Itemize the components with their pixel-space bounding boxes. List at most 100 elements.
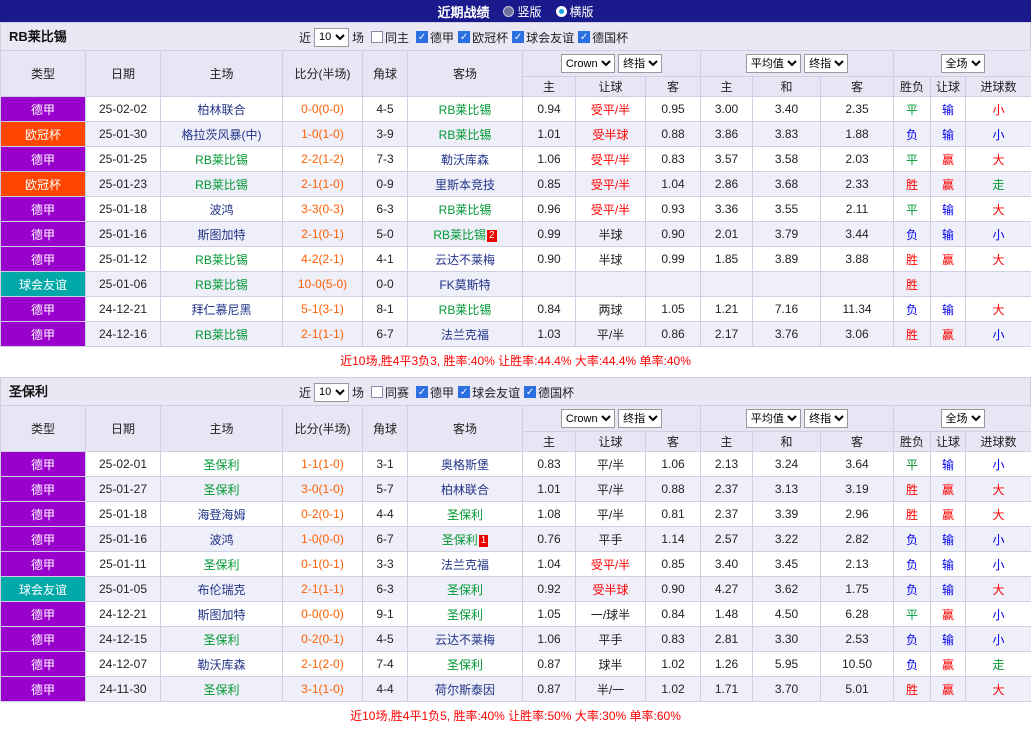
- radio-selected-icon[interactable]: [555, 5, 567, 17]
- home-team[interactable]: RB莱比锡: [195, 278, 248, 292]
- scope-select[interactable]: 全场: [940, 54, 985, 73]
- euro-odds-select[interactable]: 平均值: [745, 54, 801, 73]
- asian-mode-select[interactable]: 终指: [618, 54, 663, 73]
- bookmaker-select[interactable]: Crown: [560, 54, 615, 73]
- league-filter[interactable]: 球会友谊: [458, 384, 520, 401]
- away-team[interactable]: 法兰克福: [441, 558, 489, 572]
- asian-mode-select[interactable]: 终指: [618, 409, 663, 428]
- match-score[interactable]: 1-1(1-0): [282, 451, 363, 477]
- home-team[interactable]: 斯图加特: [197, 608, 245, 622]
- match-count-select[interactable]: 10: [314, 382, 350, 402]
- away-team[interactable]: 圣保利: [442, 533, 478, 547]
- match-score[interactable]: 1-0(1-0): [282, 121, 363, 147]
- checkbox-icon[interactable]: [416, 31, 429, 43]
- match-score[interactable]: 4-2(2-1): [282, 246, 363, 272]
- home-team[interactable]: 圣保利: [203, 458, 239, 472]
- away-team[interactable]: 云达不莱梅: [435, 633, 495, 647]
- bookmaker-select[interactable]: Crown: [560, 409, 615, 428]
- league-badge: 德甲: [0, 451, 86, 477]
- checkbox-icon[interactable]: [458, 31, 471, 43]
- match-score[interactable]: 1-0(0-0): [282, 526, 363, 552]
- league-filter[interactable]: 球会友谊: [512, 29, 574, 46]
- euro-odds-select[interactable]: 平均值: [745, 409, 801, 428]
- home-team[interactable]: 斯图加特: [197, 228, 245, 242]
- home-team[interactable]: 圣保利: [203, 558, 239, 572]
- layout-horizontal-option[interactable]: 横版: [555, 3, 594, 20]
- home-team[interactable]: RB莱比锡: [195, 253, 248, 267]
- match-score[interactable]: 0-0(0-0): [282, 601, 363, 627]
- euro-home-odds: 2.17: [700, 321, 753, 347]
- home-team[interactable]: 格拉茨风暴(中): [182, 128, 262, 142]
- home-team[interactable]: RB莱比锡: [195, 153, 248, 167]
- away-team[interactable]: 圣保利: [447, 608, 483, 622]
- checkbox-icon[interactable]: [512, 31, 525, 43]
- away-team[interactable]: 勒沃库森: [441, 153, 489, 167]
- away-team[interactable]: 法兰克福: [441, 328, 489, 342]
- match-score[interactable]: 2-1(1-1): [282, 576, 363, 602]
- home-team[interactable]: 圣保利: [203, 633, 239, 647]
- layout-vertical-option[interactable]: 竖版: [503, 3, 542, 20]
- checkbox-icon[interactable]: [371, 386, 384, 398]
- league-filter[interactable]: 德甲: [416, 29, 454, 46]
- away-team[interactable]: FK莫斯特: [439, 278, 490, 292]
- home-team[interactable]: 波鸿: [209, 203, 233, 217]
- euro-mode-select[interactable]: 终指: [804, 54, 849, 73]
- away-team-cell: 圣保利: [407, 576, 523, 602]
- match-score[interactable]: 2-1(0-1): [282, 221, 363, 247]
- home-team[interactable]: 柏林联合: [197, 103, 245, 117]
- checkbox-icon[interactable]: [524, 386, 537, 398]
- col-header-euro-draw: 和: [752, 431, 821, 452]
- checkbox-icon[interactable]: [416, 386, 429, 398]
- checkbox-icon[interactable]: [578, 31, 591, 43]
- home-team[interactable]: 布伦瑞克: [197, 583, 245, 597]
- home-team[interactable]: 波鸿: [209, 533, 233, 547]
- league-filter[interactable]: 欧冠杯: [458, 29, 508, 46]
- league-filter[interactable]: 德国杯: [524, 384, 574, 401]
- home-team[interactable]: 勒沃库森: [197, 658, 245, 672]
- home-team[interactable]: RB莱比锡: [195, 328, 248, 342]
- away-team[interactable]: 圣保利: [447, 658, 483, 672]
- league-badge: 德甲: [0, 146, 86, 172]
- away-team[interactable]: RB莱比锡: [439, 103, 492, 117]
- match-score[interactable]: 0-0(0-0): [282, 96, 363, 122]
- away-team[interactable]: 奥格斯堡: [441, 458, 489, 472]
- league-filter[interactable]: 德甲: [416, 384, 454, 401]
- home-team[interactable]: 拜仁慕尼黑: [191, 303, 251, 317]
- same-venue-filter[interactable]: 同赛: [371, 384, 409, 401]
- match-score[interactable]: 2-2(1-2): [282, 146, 363, 172]
- home-team[interactable]: 圣保利: [203, 483, 239, 497]
- same-venue-filter[interactable]: 同主: [371, 29, 409, 46]
- match-score[interactable]: 3-1(1-0): [282, 676, 363, 702]
- scope-select[interactable]: 全场: [940, 409, 985, 428]
- checkbox-icon[interactable]: [371, 31, 384, 43]
- match-score[interactable]: 3-3(0-3): [282, 196, 363, 222]
- match-count-select[interactable]: 10: [314, 27, 350, 47]
- away-team[interactable]: 圣保利: [447, 583, 483, 597]
- radio-unselected-icon[interactable]: [503, 5, 515, 17]
- match-score[interactable]: 3-0(1-0): [282, 476, 363, 502]
- match-score[interactable]: 0-2(0-1): [282, 626, 363, 652]
- away-team[interactable]: 圣保利: [447, 508, 483, 522]
- away-team[interactable]: 柏林联合: [441, 483, 489, 497]
- match-result: 胜: [893, 271, 932, 297]
- match-score[interactable]: 0-1(0-1): [282, 551, 363, 577]
- away-team[interactable]: RB莱比锡: [433, 228, 486, 242]
- away-team[interactable]: RB莱比锡: [439, 303, 492, 317]
- match-score[interactable]: 2-1(2-0): [282, 651, 363, 677]
- home-team[interactable]: RB莱比锡: [195, 178, 248, 192]
- away-team[interactable]: RB莱比锡: [439, 203, 492, 217]
- home-team[interactable]: 圣保利: [203, 683, 239, 697]
- match-score[interactable]: 2-1(1-0): [282, 171, 363, 197]
- match-score[interactable]: 0-2(0-1): [282, 501, 363, 527]
- league-filter[interactable]: 德国杯: [578, 29, 628, 46]
- away-team[interactable]: RB莱比锡: [439, 128, 492, 142]
- checkbox-icon[interactable]: [458, 386, 471, 398]
- away-team[interactable]: 里斯本竞技: [435, 178, 495, 192]
- home-team[interactable]: 海登海姆: [197, 508, 245, 522]
- match-score[interactable]: 10-0(5-0): [282, 271, 363, 297]
- euro-mode-select[interactable]: 终指: [804, 409, 849, 428]
- match-score[interactable]: 2-1(1-1): [282, 321, 363, 347]
- away-team[interactable]: 云达不莱梅: [435, 253, 495, 267]
- away-team[interactable]: 荷尔斯泰因: [435, 683, 495, 697]
- match-score[interactable]: 5-1(3-1): [282, 296, 363, 322]
